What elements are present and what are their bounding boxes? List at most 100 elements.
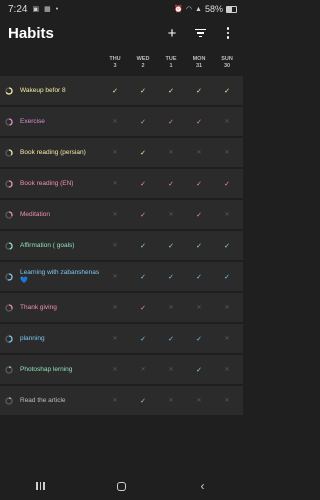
habit-name: Book reading (persian) [20, 148, 86, 156]
habit-row[interactable]: Exercise ✕ ✓ ✓ ✓ ✕ [0, 107, 243, 136]
more-options-button[interactable] [221, 26, 235, 40]
habit-cross-mark[interactable]: ✕ [101, 107, 129, 136]
habit-cross-mark[interactable]: ✕ [101, 200, 129, 229]
photo-icon: ▣ [32, 6, 40, 13]
habit-progress-ring-icon [5, 365, 13, 374]
day-header: MON 31 [185, 56, 213, 69]
habit-check-mark[interactable]: ✓ [213, 169, 241, 198]
recents-button[interactable] [26, 476, 56, 496]
habit-check-mark[interactable]: ✓ [185, 355, 213, 384]
habit-cross-mark[interactable]: ✕ [101, 169, 129, 198]
habit-check-mark[interactable]: ✓ [213, 231, 241, 260]
habit-name: Read the article [20, 396, 66, 404]
habit-check-mark[interactable]: ✓ [129, 107, 157, 136]
habit-check-mark[interactable]: ✓ [185, 262, 213, 291]
page-title: Habits [8, 24, 54, 42]
habit-check-mark[interactable]: ✓ [185, 231, 213, 260]
battery-icon [226, 5, 237, 13]
dot-icon: • [55, 5, 59, 13]
filter-icon [194, 28, 206, 38]
add-habit-button[interactable]: + [165, 26, 179, 41]
habit-check-mark[interactable]: ✓ [185, 76, 213, 105]
habit-cross-mark[interactable]: ✕ [101, 355, 129, 384]
habit-row[interactable]: planning ✕ ✓ ✓ ✓ ✕ [0, 324, 243, 353]
habit-check-mark[interactable]: ✓ [129, 231, 157, 260]
habit-row[interactable]: Wakeup befor 8 ✓ ✓ ✓ ✓ ✓ [0, 76, 243, 105]
habit-row[interactable]: Learning with zabanshenas💙 ✕ ✓ ✓ ✓ ✓ [0, 262, 243, 291]
habit-cross-mark[interactable]: ✕ [213, 107, 241, 136]
habit-progress-ring-icon [5, 86, 13, 95]
habit-check-mark[interactable]: ✓ [213, 262, 241, 291]
habit-check-mark[interactable]: ✓ [157, 262, 185, 291]
habit-cross-mark[interactable]: ✕ [213, 293, 241, 322]
habit-row[interactable]: Photoshap lerning ✕ ✕ ✕ ✓ ✕ [0, 355, 243, 384]
day-date: 1 [169, 62, 173, 69]
habit-name: Wakeup befor 8 [20, 86, 66, 94]
habit-check-mark[interactable]: ✓ [185, 107, 213, 136]
habit-cross-mark[interactable]: ✕ [213, 138, 241, 167]
habit-cross-mark[interactable]: ✕ [129, 355, 157, 384]
habit-check-mark[interactable]: ✓ [185, 200, 213, 229]
habit-check-mark[interactable]: ✓ [129, 76, 157, 105]
habit-row[interactable]: Book reading (EN) ✕ ✓ ✓ ✓ ✓ [0, 169, 243, 198]
habit-row[interactable]: Affirmation ( goals) ✕ ✓ ✓ ✓ ✓ [0, 231, 243, 260]
habit-check-mark[interactable]: ✓ [157, 76, 185, 105]
habit-cross-mark[interactable]: ✕ [185, 386, 213, 415]
status-bar: 7:24 ▣ ▦ • ⏰ ◠ ▲ 58% [0, 0, 243, 18]
habit-check-mark[interactable]: ✓ [213, 76, 241, 105]
app-bar: Habits + [0, 18, 243, 48]
day-date: 30 [223, 62, 231, 69]
app-actions: + [165, 26, 235, 41]
habit-check-mark[interactable]: ✓ [157, 324, 185, 353]
habit-name: Learning with zabanshenas💙 [20, 268, 100, 284]
habit-cross-mark[interactable]: ✕ [213, 324, 241, 353]
back-button[interactable]: ‹ [188, 476, 218, 496]
habit-check-mark[interactable]: ✓ [129, 262, 157, 291]
recents-icon [36, 482, 45, 490]
habit-check-mark[interactable]: ✓ [129, 138, 157, 167]
habit-row[interactable]: Read the article ✕ ✓ ✕ ✕ ✕ [0, 386, 243, 415]
habit-cross-mark[interactable]: ✕ [213, 355, 241, 384]
habit-cross-mark[interactable]: ✕ [101, 293, 129, 322]
alarm-icon: ⏰ [174, 6, 183, 13]
habit-check-mark[interactable]: ✓ [157, 107, 185, 136]
back-icon: ‹ [200, 479, 205, 493]
habit-cross-mark[interactable]: ✕ [213, 386, 241, 415]
habit-check-mark[interactable]: ✓ [129, 386, 157, 415]
habit-cross-mark[interactable]: ✕ [157, 355, 185, 384]
habit-row[interactable]: Thank giving ✕ ✓ ✕ ✕ ✕ [0, 293, 243, 322]
filter-button[interactable] [193, 26, 207, 40]
habit-cross-mark[interactable]: ✕ [157, 200, 185, 229]
habit-check-mark[interactable]: ✓ [129, 200, 157, 229]
home-button[interactable] [107, 476, 137, 496]
habit-progress-ring-icon [5, 303, 13, 312]
habit-cross-mark[interactable]: ✕ [185, 293, 213, 322]
battery-percent: 58% [204, 4, 223, 14]
habit-check-mark[interactable]: ✓ [185, 324, 213, 353]
habit-progress-ring-icon [5, 334, 13, 343]
habit-cross-mark[interactable]: ✕ [157, 138, 185, 167]
habit-check-mark[interactable]: ✓ [129, 293, 157, 322]
habit-cross-mark[interactable]: ✕ [101, 386, 129, 415]
status-left: 7:24 ▣ ▦ • [8, 4, 58, 15]
habit-cross-mark[interactable]: ✕ [101, 138, 129, 167]
habit-name: Exercise [20, 117, 45, 125]
habit-cross-mark[interactable]: ✕ [101, 262, 129, 291]
habit-check-mark[interactable]: ✓ [129, 324, 157, 353]
habit-progress-ring-icon [5, 272, 13, 281]
habit-check-mark[interactable]: ✓ [157, 231, 185, 260]
habit-check-mark[interactable]: ✓ [185, 169, 213, 198]
habit-cross-mark[interactable]: ✕ [157, 386, 185, 415]
habit-cross-mark[interactable]: ✕ [213, 200, 241, 229]
habit-check-mark[interactable]: ✓ [157, 169, 185, 198]
habit-cross-mark[interactable]: ✕ [101, 231, 129, 260]
habit-cross-mark[interactable]: ✕ [157, 293, 185, 322]
habit-row[interactable]: Book reading (persian) ✕ ✓ ✕ ✕ ✕ [0, 138, 243, 167]
habit-row[interactable]: Meditation ✕ ✓ ✕ ✓ ✕ [0, 200, 243, 229]
habit-cross-mark[interactable]: ✕ [101, 324, 129, 353]
home-icon [117, 481, 126, 491]
habit-check-mark[interactable]: ✓ [129, 169, 157, 198]
habit-check-mark[interactable]: ✓ [101, 76, 129, 105]
status-right: ⏰ ◠ ▲ 58% [174, 4, 237, 14]
habit-cross-mark[interactable]: ✕ [185, 138, 213, 167]
